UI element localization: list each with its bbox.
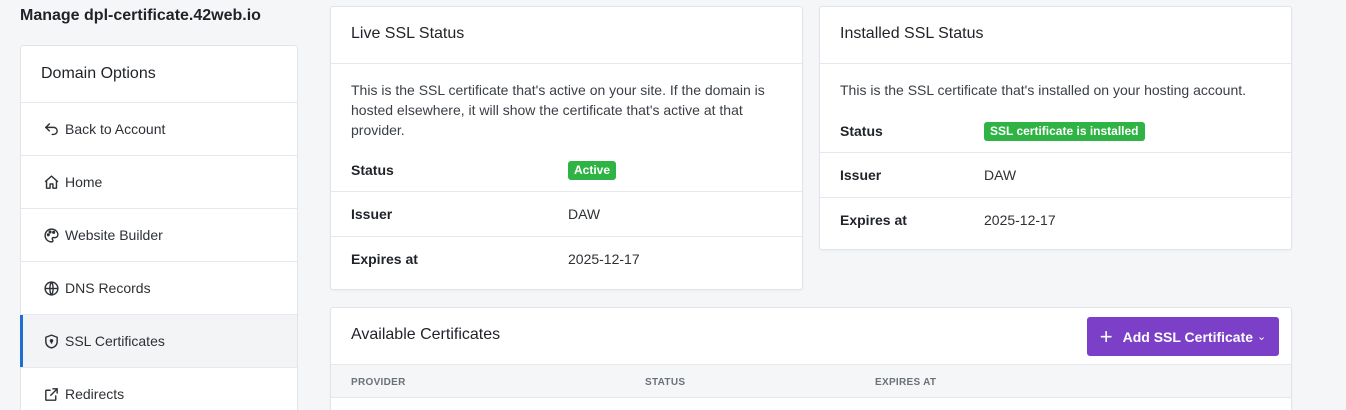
plus-icon: + [1099,323,1113,349]
expires-value: 2025-12-17 [568,251,640,267]
expires-label: Expires at [351,251,418,267]
sidebar-item-ssl-certificates[interactable]: SSL Certificates [20,315,297,368]
add-ssl-certificate-button[interactable]: + Add SSL Certificate ⌄ [1087,317,1279,356]
table-header: PROVIDER STATUS EXPIRES AT [331,365,1291,398]
domain-options-sidebar: Domain Options Back to Account Home Webs… [20,45,298,410]
home-icon [44,174,59,189]
issuer-value: DAW [568,206,601,222]
status-row: Status SSL certificate is installed [820,110,1291,152]
issuer-value: DAW [984,167,1017,183]
chevron-down-icon: ⌄ [1257,331,1267,343]
card-description: This is the SSL certificate that's activ… [351,82,765,138]
expires-label: Expires at [840,211,907,228]
expires-row: Expires at 2025-12-17 [331,236,802,281]
expires-row: Expires at 2025-12-17 [820,197,1291,241]
card-description: This is the SSL certificate that's insta… [840,82,1247,98]
status-label: Status [351,162,394,178]
shield-icon [45,333,58,349]
sidebar-item-label: SSL Certificates [65,333,165,349]
issuer-row: Issuer DAW [331,191,802,236]
card-title: Installed SSL Status [820,7,1291,64]
expires-value: 2025-12-17 [984,211,1056,228]
status-badge: SSL certificate is installed [984,121,1145,141]
column-header-expires-at[interactable]: EXPIRES AT [875,377,936,388]
column-header-provider[interactable]: PROVIDER [351,377,406,388]
sidebar-item-back-to-account[interactable]: Back to Account [21,103,297,156]
sidebar-item-label: Redirects [65,386,125,402]
sidebar-item-website-builder[interactable]: Website Builder [21,209,297,262]
sidebar-item-home[interactable]: Home [21,156,297,209]
card-title: Live SSL Status [331,7,802,64]
page-title: Manage dpl-certificate.42web.io [20,7,261,24]
external-link-icon [45,387,58,401]
add-button-label: Add SSL Certificate [1122,328,1254,345]
available-certificates-card: Available Certificates + Add SSL Certifi… [330,307,1292,410]
issuer-row: Issuer DAW [820,152,1291,197]
sidebar-heading: Domain Options [21,46,297,103]
sidebar-item-label: Home [65,174,103,190]
sidebar-item-label: Website Builder [65,227,163,243]
installed-ssl-status-card: Installed SSL Status This is the SSL cer… [819,6,1292,250]
globe-icon [44,280,59,296]
issuer-label: Issuer [351,206,393,222]
back-arrow-icon [45,122,58,135]
status-label: Status [840,123,883,139]
status-badge: Active [568,160,617,180]
sidebar-item-redirects[interactable]: Redirects [21,368,297,410]
palette-icon [44,227,59,243]
column-header-status[interactable]: STATUS [645,377,685,388]
status-row: Status Active [331,149,802,191]
sidebar-item-label: DNS Records [65,280,151,296]
issuer-label: Issuer [840,167,882,183]
live-ssl-status-card: Live SSL Status This is the SSL certific… [330,6,803,290]
sidebar-item-dns-records[interactable]: DNS Records [21,262,297,315]
sidebar-item-label: Back to Account [65,121,166,137]
